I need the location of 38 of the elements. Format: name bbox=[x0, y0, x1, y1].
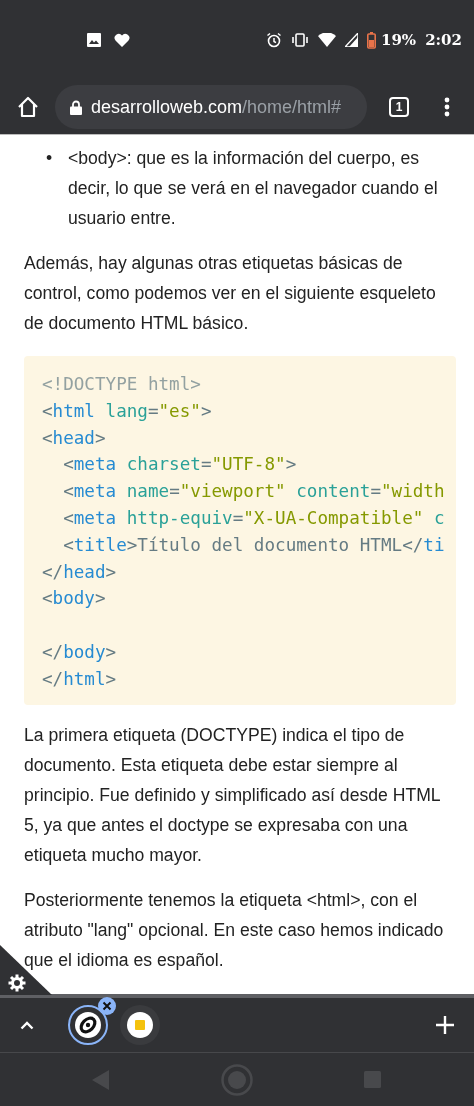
code-line: </body> bbox=[42, 640, 118, 664]
battery-icon bbox=[367, 31, 376, 49]
paragraph: Posteriormente tenemos la etiqueta <html>, con el atributo "lang" opcional. En este caso hemos indicado que el idioma es español. bbox=[24, 888, 445, 972]
settings-icon[interactable] bbox=[8, 974, 26, 992]
home-icon[interactable] bbox=[17, 96, 39, 118]
code-line: <meta charset="UTF-8"> bbox=[62, 453, 298, 477]
paragraph: La primera etiqueta (DOCTYPE) indica el tipo de documento. Esta etiqueta debe estar siempre al principio. Fue definido y simplificado así desde HTML 5, ya que antes el doctype se expresaba con una etiqueta mucho mayor. bbox=[24, 723, 441, 867]
code-line: <!DOCTYPE html> bbox=[42, 373, 202, 396]
alarm-icon bbox=[266, 32, 282, 48]
clock-time: 2:02 bbox=[425, 31, 462, 49]
vibrate-icon bbox=[291, 33, 309, 47]
battery-percent: 19% bbox=[381, 31, 417, 49]
code-line: <meta name="viewport" content="width bbox=[62, 480, 446, 504]
wifi-icon bbox=[318, 33, 336, 47]
code-line: <html lang="es"> bbox=[42, 399, 213, 423]
code-line: </html> bbox=[42, 667, 118, 691]
code-line: <body> bbox=[42, 587, 107, 611]
heart-icon bbox=[114, 33, 130, 47]
close-icon[interactable] bbox=[98, 997, 116, 1015]
code-line: </head> bbox=[42, 560, 118, 584]
plus-icon[interactable] bbox=[436, 1016, 454, 1034]
paragraph: Además, hay algunas otras etiquetas básicas de control, como podemos ver en el siguiente esqueleto de documento HTML básico. bbox=[24, 252, 437, 335]
lock-icon bbox=[70, 99, 82, 115]
code-line: <title>Título del documento HTML</ti bbox=[62, 533, 446, 557]
url-text: desarrolloweb.com/home/html# bbox=[91, 96, 342, 118]
code-line: <head> bbox=[42, 426, 107, 450]
address-bar[interactable]: desarrolloweb.com/home/html# bbox=[55, 85, 367, 129]
chevron-up-icon[interactable] bbox=[20, 1020, 34, 1030]
bullet-text: <body>: que es la información del cuerpo, es decir, lo que se verá en el navegador cuando el usuario entre. bbox=[68, 147, 439, 230]
menu-icon[interactable] bbox=[444, 97, 450, 117]
bullet-marker: • bbox=[46, 147, 54, 170]
tab-button[interactable] bbox=[120, 1005, 160, 1045]
signal-icon bbox=[345, 33, 358, 47]
code-line: <meta http-equiv="X-UA-Compatible" c bbox=[62, 507, 446, 530]
favicon-icon bbox=[127, 1012, 153, 1038]
tab-count-button[interactable]: 1 bbox=[389, 97, 409, 117]
image-icon bbox=[87, 33, 101, 47]
favicon-icon bbox=[75, 1012, 101, 1038]
